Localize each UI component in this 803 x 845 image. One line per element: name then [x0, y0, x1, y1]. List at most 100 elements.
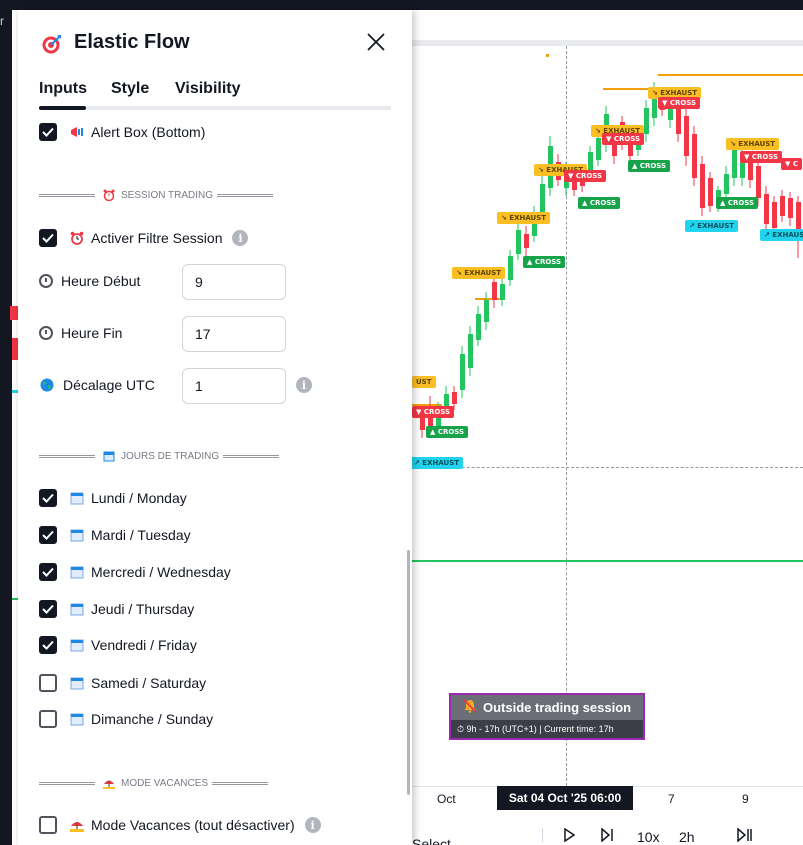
dialog-title: Elastic Flow [74, 31, 190, 53]
heure-debut-label: Heure Début [61, 273, 141, 289]
replay-toolbar: ← Select bar ⌄ 10x 2h [412, 822, 803, 845]
saturday-label: Samedi / Saturday [91, 675, 207, 691]
vacances-section-header: MODE VACANCES [39, 775, 269, 791]
replay-interval-button[interactable]: 2h [679, 829, 695, 845]
time-label: 9 [742, 792, 749, 806]
alarm-clock-icon [69, 230, 85, 246]
calendar-icon [69, 675, 85, 691]
tuesday-checkbox[interactable] [39, 526, 57, 544]
session-banner-title: Outside trading session [483, 700, 632, 715]
cross-down-tag: ▼ C [781, 158, 802, 170]
mode-vacances-checkbox[interactable] [39, 816, 57, 834]
exhaust-tag: ↘ EXHAUST [497, 212, 551, 224]
activer-filtre-row: Activer Filtre Session i [39, 229, 249, 247]
play-icon[interactable] [562, 827, 576, 845]
jump-to-realtime-icon[interactable] [737, 827, 753, 845]
info-icon[interactable]: i [232, 230, 249, 246]
bell-off-icon [463, 699, 477, 716]
app-root: r UST ▼ CROSS ▲ CROSS ↗ EXHAUST ↘ EXHAUS… [0, 0, 803, 845]
session-banner: Outside trading session ⏱ 9h - 17h (UTC+… [449, 693, 645, 740]
mode-vacances-row: Mode Vacances (tout désactiver) i [39, 816, 321, 834]
monday-checkbox[interactable] [39, 489, 57, 507]
beach-icon [69, 817, 85, 833]
replay-speed-button[interactable]: 10x [637, 829, 660, 845]
divider [542, 828, 543, 842]
cross-up-tag: ▲ CROSS [716, 197, 759, 209]
day-row-tuesday: Mardi / Tuesday [39, 526, 191, 544]
calendar-icon [69, 564, 85, 580]
jours-section-label: JOURS DE TRADING [121, 450, 220, 462]
day-row-friday: Vendredi / Friday [39, 636, 197, 654]
clock-icon [39, 326, 53, 340]
left-sliver-tag [10, 306, 18, 320]
wednesday-label: Mercredi / Wednesday [91, 564, 231, 580]
cross-down-tag: ▼ CROSS [658, 97, 701, 109]
sunday-label: Dimanche / Sunday [91, 711, 214, 727]
friday-checkbox[interactable] [39, 636, 57, 654]
exhaust-tag: ↘ EXHAUST [726, 138, 780, 150]
activer-filtre-checkbox[interactable] [39, 229, 57, 247]
thursday-checkbox[interactable] [39, 600, 57, 618]
crosshair-horizontal [412, 467, 803, 468]
decalage-utc-label-row: Décalage UTC [39, 377, 155, 393]
tab-style[interactable]: Style [111, 80, 149, 98]
megaphone-icon [69, 124, 85, 140]
exhaust-tag: ↘ EXHAUST [452, 267, 506, 279]
cross-down-tag: ▼ CROSS [564, 170, 607, 182]
tab-inputs[interactable]: Inputs [39, 80, 87, 98]
heure-debut-label-row: Heure Début [39, 273, 140, 289]
day-row-wednesday: Mercredi / Wednesday [39, 563, 231, 581]
day-row-saturday: Samedi / Saturday [39, 674, 206, 692]
saturday-checkbox[interactable] [39, 674, 57, 692]
alert-box-checkbox[interactable] [39, 123, 57, 141]
friday-label: Vendredi / Friday [91, 637, 197, 653]
green-level-line [412, 560, 803, 562]
heure-fin-label-row: Heure Fin [39, 325, 122, 341]
heure-fin-label: Heure Fin [61, 325, 123, 341]
close-icon [367, 33, 385, 51]
day-row-monday: Lundi / Monday [39, 489, 187, 507]
candlestick-series[interactable] [412, 46, 803, 466]
session-section-label: SESSION TRADING [121, 189, 214, 201]
calendar-icon [101, 448, 117, 464]
decalage-utc-input[interactable]: 1 [182, 368, 286, 404]
thursday-label: Jeudi / Thursday [91, 601, 195, 617]
wednesday-checkbox[interactable] [39, 563, 57, 581]
calendar-icon [69, 637, 85, 653]
cross-up-tag: ▲ CROSS [523, 256, 566, 268]
exhaust-tag: ↗ EXHAUST [685, 220, 739, 232]
cross-up-tag: ▲ CROSS [578, 197, 621, 209]
crosshair-time-label: Sat 04 Oct '25 06:00 [497, 786, 633, 810]
step-forward-icon[interactable] [600, 827, 614, 845]
cross-down-tag: ▼ CROSS [602, 133, 645, 145]
alert-box-label: Alert Box (Bottom) [91, 124, 206, 140]
cross-up-tag: ▲ CROSS [426, 426, 469, 438]
info-icon[interactable]: i [296, 377, 312, 393]
day-row-thursday: Jeudi / Thursday [39, 600, 194, 618]
activer-filtre-label: Activer Filtre Session [91, 230, 223, 246]
calendar-icon [69, 490, 85, 506]
close-button[interactable] [364, 30, 388, 54]
beach-icon [101, 775, 117, 791]
dialog-scrollbar[interactable] [407, 550, 410, 795]
exhaust-tag: UST [412, 376, 436, 388]
info-icon[interactable]: i [304, 817, 321, 833]
left-edge-text: r [0, 14, 4, 28]
heure-fin-input[interactable]: 17 [182, 316, 286, 352]
tab-visibility[interactable]: Visibility [175, 80, 241, 98]
time-label: Oct [437, 792, 456, 806]
globe-icon [39, 377, 55, 393]
exhaust-tag: ↗ EXHAUST [410, 457, 464, 469]
tuesday-label: Mardi / Tuesday [91, 527, 191, 543]
active-tab-indicator [39, 106, 86, 110]
vacances-section-label: MODE VACANCES [121, 777, 209, 789]
cross-down-tag: ▼ CROSS [412, 406, 455, 418]
sunday-checkbox[interactable] [39, 710, 57, 728]
calendar-icon [69, 601, 85, 617]
jours-section-header: JOURS DE TRADING [39, 448, 280, 464]
time-label: 7 [668, 792, 675, 806]
mode-vacances-label: Mode Vacances (tout désactiver) [91, 817, 295, 833]
session-section-header: SESSION TRADING [39, 187, 274, 203]
dialog-header: Elastic Flow [18, 10, 412, 74]
heure-debut-input[interactable]: 9 [182, 264, 286, 300]
